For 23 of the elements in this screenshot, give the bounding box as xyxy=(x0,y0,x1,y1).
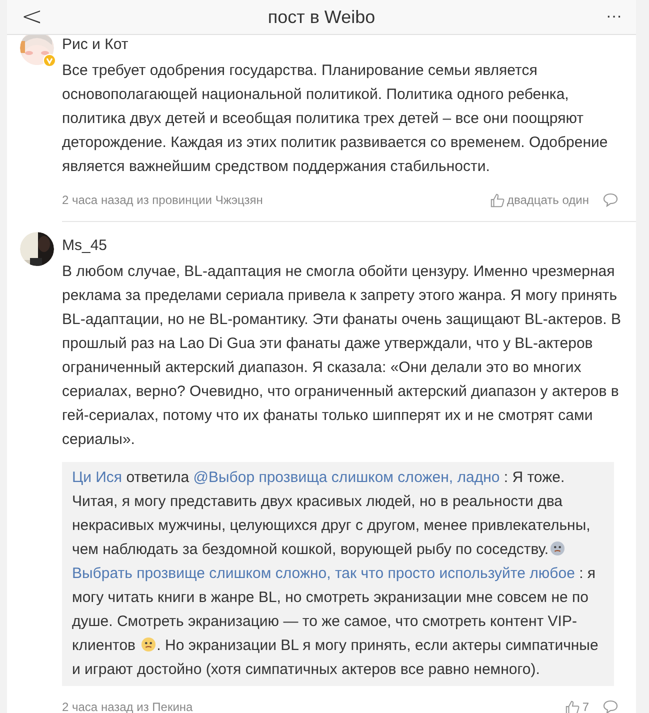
like-button[interactable]: 7 xyxy=(565,698,589,713)
comment-text: В любом случае, BL-адаптация не смогла обойти цензуру. Именно чрезмерная реклама за пределами сериала привела к запрету этого жанра. Я могу принять BL-адаптации, но не BL-романтику. Эти фанаты очень защищают BL-актеров. В прошлый раз на Lao Di Gua эти фанаты даже утверждали, что у BL-актеров ограниченный актерский диапазон. Я сказала: «Они делали это во многих сериалах, верно? Очевидно, что ограниченный актерский диапазон у актеров в гей-сериалах, потому что их фанаты только шипперят их и не смотрят сами сериалы». xyxy=(62,262,622,450)
speech-bubble-icon xyxy=(603,700,618,713)
like-button[interactable]: двадцать один xyxy=(490,191,589,209)
thumbs-up-icon xyxy=(565,700,580,713)
back-button[interactable]: < xyxy=(21,4,51,30)
more-button[interactable]: ··· xyxy=(592,5,622,29)
reply-text: Выбрать прозвище слишком сложно, так что просто используйте любое : я могу читать книги в жанре BL, но смотреть экранизации мне совсем не по душе. Смотреть экранизацию — то же самое, что смотреть контент VIP-клиентов . Но экранизации BL я могу принять, если актеры симпатичные и играют достойно (хотя симпатичных актеров все равно немного). xyxy=(72,564,600,680)
thumbs-up-icon xyxy=(490,192,505,208)
reply-text: Ци Ися ответила @Выбор прозвища слишком сложен, ладно : Я тоже. Читая, я могу представить двух красивых людей, но в реальности два некрасивых мужчины, целующихся друг с другом, менее привлекательны, чем наблюдать за бездомной кошкой, ворующей рыбу по соседству. xyxy=(72,468,592,560)
emoji-icon xyxy=(140,637,156,652)
username[interactable]: Ms_45 xyxy=(62,236,636,256)
user-link[interactable]: @Выбор прозвища слишком сложен, ладно xyxy=(193,469,500,486)
comment-button[interactable] xyxy=(603,700,618,713)
username[interactable]: Рис и Кот xyxy=(62,35,636,55)
timestamp: 2 часа назад из провинции Чжэцзян xyxy=(62,192,264,209)
comment-button[interactable] xyxy=(603,193,618,207)
speech-bubble-icon xyxy=(603,193,618,207)
user-link[interactable]: Выбрать прозвище слишком сложно, так что просто используйте любое xyxy=(72,565,575,582)
page-title: пост в Weibo xyxy=(266,6,376,28)
comment-text: Все требует одобрения государства. Планирование семьи является основополагающей национальной политикой. Политика одного ребенка, политика двух детей и всеобщая политика трех детей – все они поощряют деторождение. Каждая из этих политик развивается со временем. Одобрение является важнейшим средством поддержания стабильности. xyxy=(62,61,609,177)
user-link[interactable]: Ци Ися xyxy=(72,469,122,486)
emoji-icon xyxy=(550,541,565,556)
